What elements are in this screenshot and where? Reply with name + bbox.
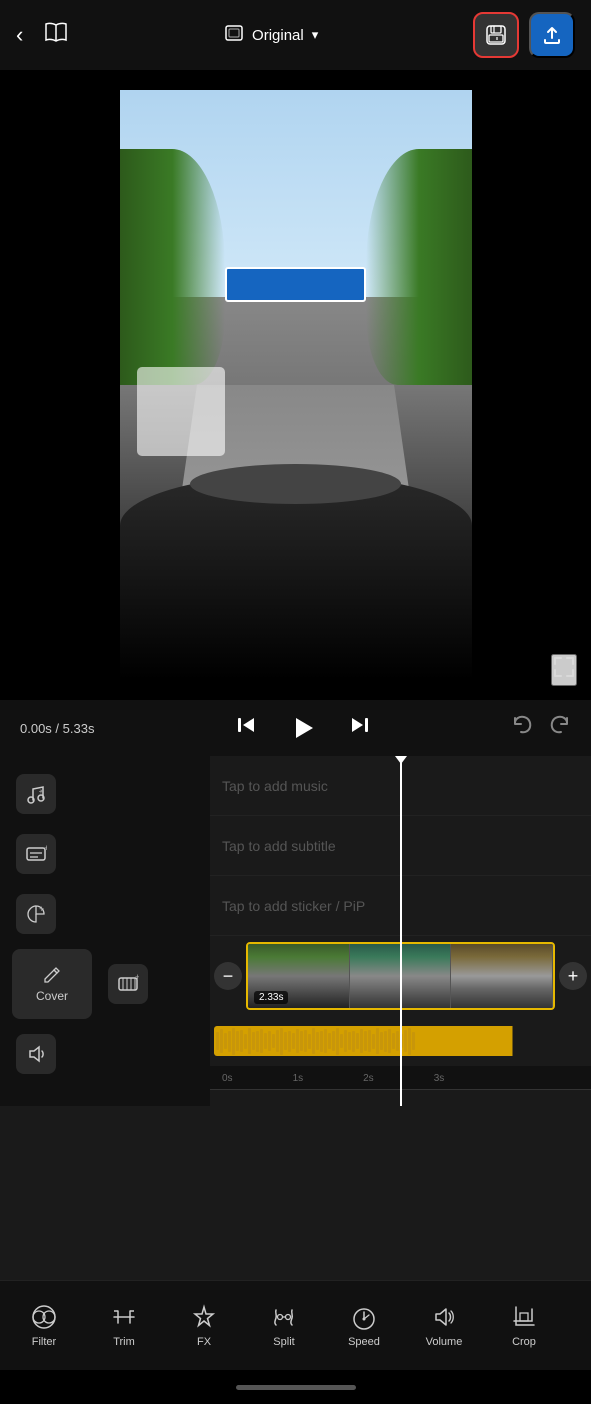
trees-left — [120, 149, 226, 385]
road-scene — [120, 90, 472, 680]
video-preview — [0, 70, 591, 700]
svg-text:+: + — [39, 787, 44, 796]
ruler-mark-0: 0s — [222, 1073, 233, 1084]
subtitle-track-sidebar: + — [0, 824, 210, 884]
trees-right — [366, 149, 472, 385]
crop-tool[interactable]: Crop — [484, 1291, 564, 1361]
playback-bar: 0.00s / 5.33s — [0, 700, 591, 756]
audio-volume-button[interactable] — [16, 1034, 56, 1074]
time-display: 0.00s / 5.33s — [20, 721, 94, 736]
audio-track-sidebar — [0, 1024, 210, 1084]
trim-tool[interactable]: Trim — [84, 1291, 164, 1361]
ruler-mark-2: 2s — [363, 1073, 374, 1084]
save-button[interactable] — [473, 12, 519, 58]
play-button[interactable] — [284, 709, 322, 747]
current-time: 0.00s — [20, 721, 52, 736]
timeline-section: 0.00s / 5.33s — [0, 700, 591, 1280]
home-indicator — [0, 1370, 591, 1404]
fx-label: FX — [197, 1336, 211, 1348]
header: ‹ Original ▾ — [0, 0, 591, 70]
time-separator: / — [52, 721, 63, 736]
crop-label: Crop — [512, 1336, 536, 1348]
fx-icon — [190, 1303, 218, 1331]
volume-icon — [430, 1303, 458, 1331]
header-left: ‹ — [16, 21, 69, 49]
speed-tool[interactable]: Speed — [324, 1291, 404, 1361]
clip-shrink-button[interactable]: − — [214, 962, 242, 990]
svg-text:+: + — [44, 843, 47, 853]
music-placeholder: Tap to add music — [222, 778, 328, 794]
playback-controls — [232, 709, 374, 747]
svg-text:+: + — [39, 904, 44, 914]
export-button[interactable] — [529, 12, 575, 58]
filter-icon — [30, 1303, 58, 1331]
aspect-ratio-icon — [224, 23, 244, 48]
playhead — [400, 756, 402, 1106]
skip-forward-button[interactable] — [346, 711, 374, 745]
ruler-mark-3: 3s — [434, 1073, 445, 1084]
track-area: + + — [0, 756, 591, 1106]
cover-label: Cover — [36, 989, 68, 1003]
add-music-button[interactable]: + — [16, 774, 56, 814]
dashboard-item — [137, 367, 225, 456]
volume-label: Volume — [426, 1336, 463, 1348]
filter-label: Filter — [32, 1336, 56, 1348]
crop-icon — [510, 1303, 538, 1331]
video-track-sidebar: Cover + — [0, 944, 210, 1024]
sticker-placeholder: Tap to add sticker / PiP — [222, 898, 365, 914]
timeline-tracks: Tap to add music Tap to add subtitle Tap… — [210, 756, 591, 1106]
subtitle-placeholder: Tap to add subtitle — [222, 838, 336, 854]
aspect-ratio-label: Original — [252, 27, 304, 44]
skip-back-button[interactable] — [232, 711, 260, 745]
trim-icon — [110, 1303, 138, 1331]
cover-button[interactable]: Cover — [12, 949, 92, 1019]
add-subtitle-button[interactable]: + — [16, 834, 56, 874]
svg-text:+: + — [135, 973, 139, 982]
split-icon — [270, 1303, 298, 1331]
bottom-toolbar: Filter Trim FX Split — [0, 1280, 591, 1370]
ruler-mark-1: 1s — [293, 1073, 304, 1084]
undo-button[interactable] — [511, 714, 533, 742]
ruler-markers: 0s 1s 2s 3s — [218, 1073, 444, 1084]
track-sidebar: + + — [0, 756, 210, 1106]
total-time: 5.33s — [63, 721, 95, 736]
speed-label: Speed — [348, 1336, 380, 1348]
clip-duration-badge: 2.33s — [254, 991, 288, 1004]
edit-icon — [42, 965, 62, 985]
clip-expand-button[interactable]: + — [559, 962, 587, 990]
fx-tool[interactable]: FX — [164, 1291, 244, 1361]
split-tool[interactable]: Split — [244, 1291, 324, 1361]
undo-redo-controls — [511, 714, 571, 742]
filter-tool[interactable]: Filter — [4, 1291, 84, 1361]
sticker-track-sidebar: + — [0, 884, 210, 944]
trim-label: Trim — [113, 1336, 135, 1348]
dashboard — [120, 474, 472, 681]
speed-icon — [350, 1303, 378, 1331]
add-clip-button[interactable]: + — [108, 964, 148, 1004]
back-button[interactable]: ‹ — [16, 22, 23, 48]
book-icon[interactable] — [43, 21, 69, 49]
redo-button[interactable] — [549, 714, 571, 742]
music-track-sidebar: + — [0, 764, 210, 824]
add-sticker-button[interactable]: + — [16, 894, 56, 934]
highway-sign — [225, 267, 366, 302]
fullscreen-button[interactable] — [551, 654, 577, 686]
video-frame — [120, 90, 472, 680]
split-label: Split — [273, 1336, 294, 1348]
volume-tool[interactable]: Volume — [404, 1291, 484, 1361]
clip-frame-3 — [451, 944, 553, 1008]
dropdown-arrow-icon: ▾ — [312, 27, 319, 43]
header-right — [473, 12, 575, 58]
home-bar — [236, 1385, 356, 1390]
aspect-ratio-selector[interactable]: Original ▾ — [224, 23, 318, 48]
